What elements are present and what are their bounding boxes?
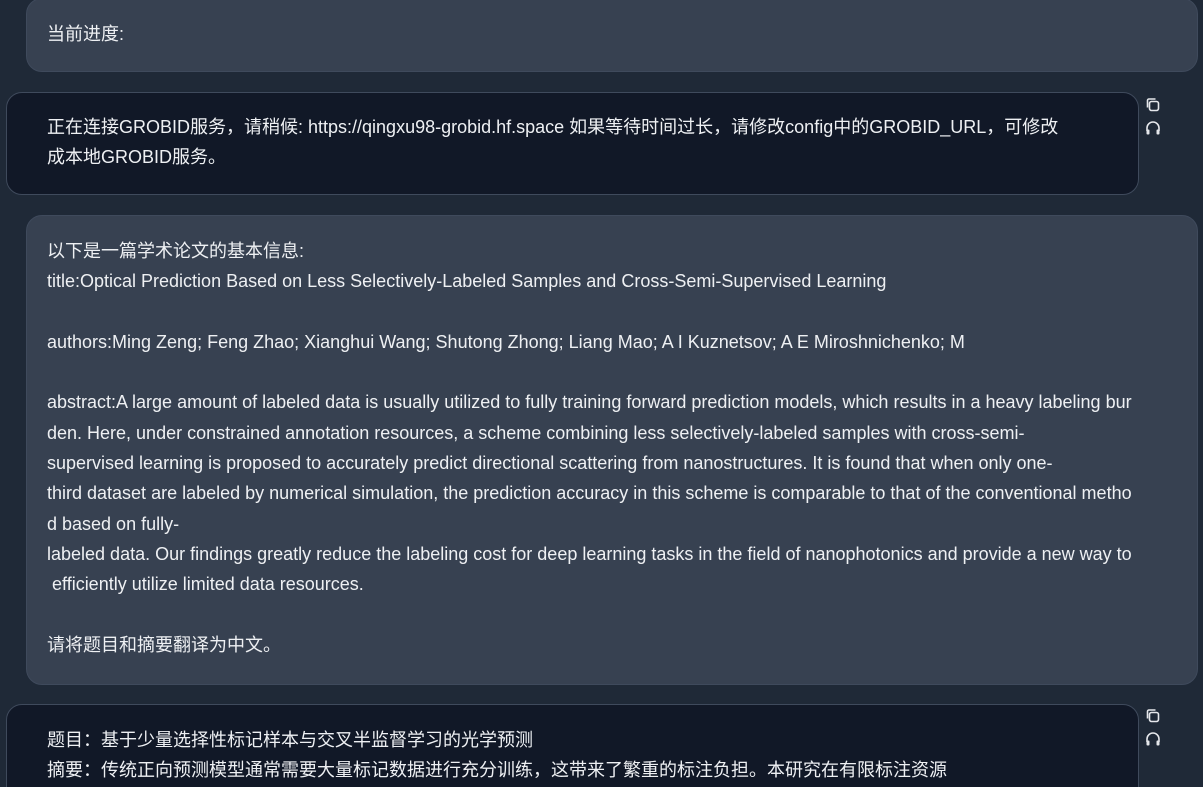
paper-title-line: title:Optical Prediction Based on Less S…: [47, 271, 887, 292]
headphones-icon[interactable]: [1144, 730, 1162, 748]
paper-authors-line: authors:Ming Zeng; Feng Zhao; Xianghui W…: [47, 331, 965, 352]
paper-abstract-line: den. Here, under constrained annotation …: [47, 422, 1025, 443]
headphones-icon[interactable]: [1144, 119, 1162, 137]
paper-abstract-line: d based on fully-: [47, 513, 180, 534]
paper-abstract-line: supervised learning is proposed to accur…: [47, 453, 1053, 474]
user-message: 以下是一篇学术论文的基本信息: title:Optical Prediction…: [26, 215, 1198, 685]
message-line: 以下是一篇学术论文的基本信息:: [47, 241, 304, 261]
message-actions: [1144, 96, 1164, 142]
message-line: 正在连接GROBID服务，请稍候: https://qingxu98-grobi…: [47, 117, 1059, 137]
message-line: 题目：基于少量选择性标记样本与交叉半监督学习的光学预测: [47, 730, 533, 750]
bot-message: 正在连接GROBID服务，请稍候: https://qingxu98-grobi…: [6, 92, 1139, 195]
paper-abstract-line: third dataset are labeled by numerical s…: [47, 483, 1132, 504]
message-line: 当前进度:: [47, 24, 125, 44]
chat-history[interactable]: 当前进度: 正在连接GROBID服务，请稍候: https://qingxu98…: [0, 0, 1203, 787]
copy-icon[interactable]: [1144, 96, 1162, 114]
copy-icon[interactable]: [1144, 707, 1162, 725]
message-actions: [1144, 707, 1164, 753]
bot-message: 题目：基于少量选择性标记样本与交叉半监督学习的光学预测 摘要：传统正向预测模型通…: [6, 704, 1139, 787]
message-line: 请将题目和摘要翻译为中文。: [47, 634, 281, 655]
message-line: 摘要：传统正向预测模型通常需要大量标记数据进行充分训练，这带来了繁重的标注负担。…: [47, 760, 947, 781]
message-line: 成本地GROBID服务。: [47, 147, 227, 168]
paper-abstract-line: efficiently utilize limited data resourc…: [47, 574, 364, 595]
user-message: 当前进度:: [26, 0, 1198, 72]
paper-abstract-line: abstract:A large amount of labeled data …: [47, 392, 1132, 413]
paper-abstract-line: labeled data. Our findings greatly reduc…: [47, 543, 1132, 564]
